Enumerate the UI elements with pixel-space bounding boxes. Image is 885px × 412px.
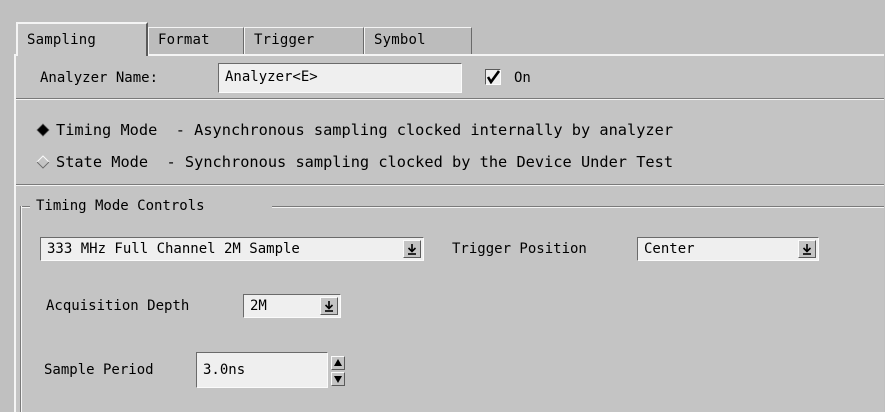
tab-sampling-label: Sampling <box>27 32 97 48</box>
trigger-position-value: Center <box>644 241 695 257</box>
analyzer-name-value: Analyzer<E> <box>225 69 318 85</box>
group-box-top-right <box>272 206 884 208</box>
chevron-down-icon[interactable] <box>320 297 338 315</box>
tab-symbol-label: Symbol <box>374 32 426 48</box>
acquisition-depth-value: 2M <box>250 298 267 314</box>
sampling-panel <box>14 54 884 412</box>
timing-mode-radio-icon[interactable] <box>36 123 50 137</box>
on-label: On <box>514 70 531 86</box>
trigger-position-label: Trigger Position <box>452 241 587 257</box>
acquisition-depth-select[interactable]: 2M <box>243 294 341 318</box>
group-box-left <box>20 206 22 412</box>
analyzer-name-label: Analyzer Name: <box>40 70 159 86</box>
tab-format-label: Format <box>158 32 210 48</box>
spin-down-icon[interactable] <box>331 372 345 386</box>
spin-up-icon[interactable] <box>331 356 345 370</box>
tab-symbol[interactable]: Symbol <box>364 27 472 54</box>
sample-period-value: 3.0ns <box>203 362 246 378</box>
sample-period-label: Sample Period <box>44 362 154 378</box>
on-checkbox[interactable] <box>485 69 501 85</box>
tab-format[interactable]: Format <box>148 27 244 54</box>
sample-mode-select[interactable]: 333 MHz Full Channel 2M Sample <box>40 237 424 261</box>
separator-mid <box>16 184 884 186</box>
sample-mode-value: 333 MHz Full Channel 2M Sample <box>47 241 300 257</box>
separator-top <box>16 98 884 100</box>
tab-trigger[interactable]: Trigger <box>244 27 364 54</box>
chevron-down-icon[interactable] <box>798 240 816 258</box>
state-mode-label[interactable]: State Mode - Synchronous sampling clocke… <box>56 152 673 172</box>
chevron-down-icon[interactable] <box>403 240 421 258</box>
analyzer-name-input[interactable]: Analyzer<E> <box>218 63 462 93</box>
timing-mode-label[interactable]: Timing Mode - Asynchronous sampling cloc… <box>56 120 673 140</box>
checkmark-icon <box>486 70 500 84</box>
state-mode-radio-icon[interactable] <box>36 155 50 169</box>
tab-trigger-label: Trigger <box>254 32 315 48</box>
sample-period-input[interactable]: 3.0ns <box>196 352 328 388</box>
trigger-position-select[interactable]: Center <box>637 237 819 261</box>
tab-sampling[interactable]: Sampling <box>16 22 148 56</box>
acquisition-depth-label: Acquisition Depth <box>46 298 190 314</box>
timing-controls-title: Timing Mode Controls <box>36 198 205 214</box>
